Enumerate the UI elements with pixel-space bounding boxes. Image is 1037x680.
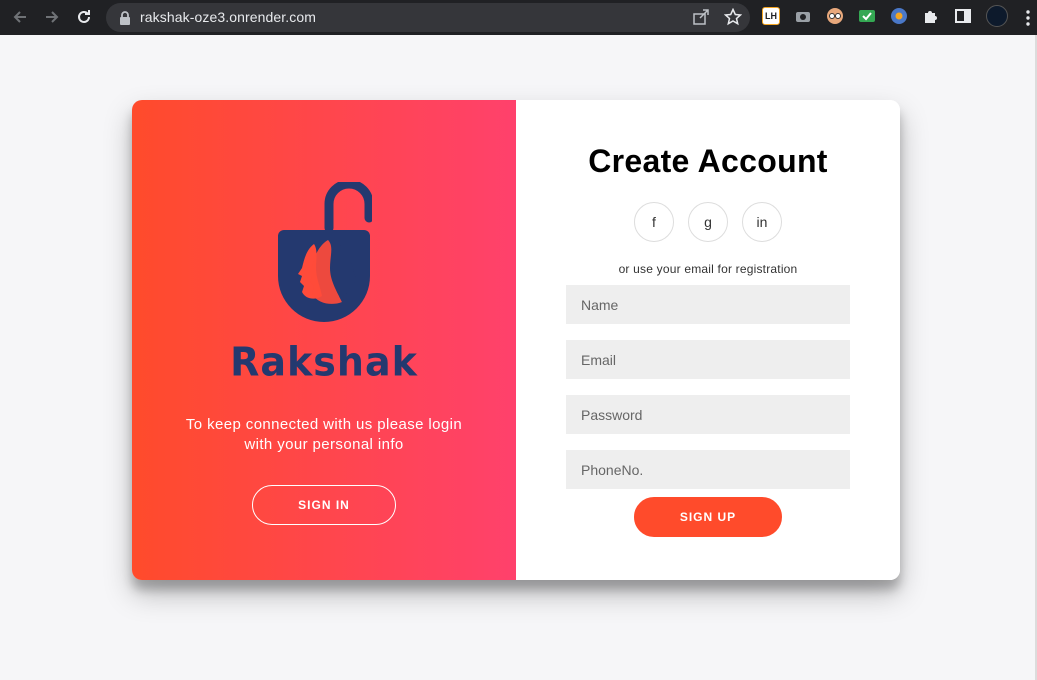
facebook-login-button[interactable]: f bbox=[634, 202, 674, 242]
linkedin-login-button[interactable]: in bbox=[742, 202, 782, 242]
url-text: rakshak-oze3.onrender.com bbox=[140, 9, 317, 25]
name-field[interactable] bbox=[566, 285, 850, 324]
email-field[interactable] bbox=[566, 340, 850, 379]
rakshak-logo-icon bbox=[278, 182, 372, 322]
forward-button[interactable] bbox=[36, 1, 68, 33]
registration-hint: or use your email for registration bbox=[618, 262, 798, 276]
back-icon bbox=[13, 11, 26, 23]
password-field[interactable] bbox=[566, 395, 850, 434]
auth-card: Rakshak To keep connected with us please… bbox=[132, 100, 900, 580]
address-bar[interactable]: rakshak-oze3.onrender.com bbox=[106, 3, 750, 32]
signin-panel: Rakshak To keep connected with us please… bbox=[132, 100, 516, 580]
google-login-button[interactable]: g bbox=[688, 202, 728, 242]
signup-panel: Create Account f g in or use your email … bbox=[516, 100, 900, 580]
orb-extension-icon[interactable] bbox=[890, 7, 908, 25]
menu-icon[interactable] bbox=[1019, 0, 1037, 35]
signin-message: To keep connected with us please login w… bbox=[185, 416, 463, 453]
forward-icon bbox=[46, 11, 59, 23]
lh-extension-icon[interactable]: LH bbox=[762, 7, 780, 25]
sign-up-button[interactable]: SIGN UP bbox=[634, 497, 782, 537]
reload-button[interactable] bbox=[68, 1, 100, 33]
profile-avatar[interactable] bbox=[986, 5, 1008, 27]
page-title: Create Account bbox=[588, 143, 828, 179]
social-login-group: f g in bbox=[634, 202, 782, 242]
extensions-icon[interactable] bbox=[922, 7, 940, 25]
lock-icon bbox=[120, 11, 130, 25]
share-icon[interactable] bbox=[692, 8, 710, 26]
star-icon[interactable] bbox=[724, 8, 742, 26]
mail-check-extension-icon[interactable] bbox=[858, 7, 876, 25]
extensions-bar: LH bbox=[762, 5, 1008, 27]
reload-icon bbox=[78, 10, 90, 23]
brand-name: Rakshak bbox=[230, 338, 418, 386]
phone-field[interactable] bbox=[566, 450, 850, 489]
browser-toolbar: rakshak-oze3.onrender.com LH bbox=[0, 0, 1037, 35]
sign-in-button[interactable]: SIGN IN bbox=[252, 485, 396, 525]
sidepanel-icon[interactable] bbox=[954, 7, 972, 25]
back-button[interactable] bbox=[4, 1, 36, 33]
camera-extension-icon[interactable] bbox=[794, 7, 812, 25]
glasses-extension-icon[interactable] bbox=[826, 7, 844, 25]
